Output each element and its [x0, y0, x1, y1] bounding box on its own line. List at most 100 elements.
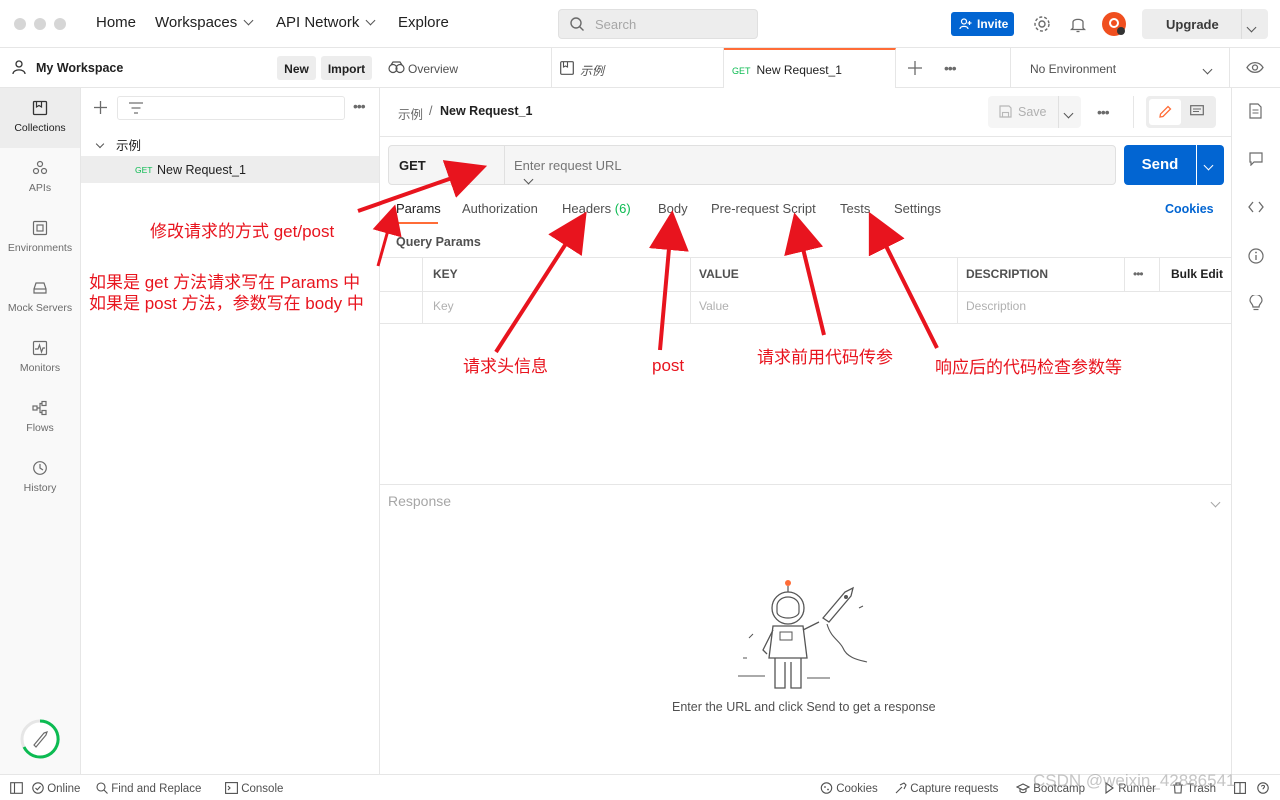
- code-icon[interactable]: [1248, 201, 1264, 213]
- table-col-divider: [690, 258, 691, 324]
- save-icon: [999, 105, 1012, 118]
- bulk-edit-button[interactable]: Bulk Edit: [1171, 267, 1223, 281]
- url-input[interactable]: [505, 146, 1115, 184]
- lightbulb-icon[interactable]: [1249, 295, 1263, 312]
- rail-item-monitors[interactable]: Monitors: [0, 328, 80, 388]
- tab-headers[interactable]: Headers (6): [562, 201, 631, 216]
- nav-home[interactable]: Home: [96, 14, 136, 31]
- capture-requests-button[interactable]: Capture requests: [895, 782, 998, 795]
- annotation-body: post: [652, 356, 685, 375]
- table-more-icon[interactable]: •••: [1133, 267, 1144, 281]
- search-placeholder: Search: [595, 17, 637, 32]
- window-zoom-button[interactable]: [54, 18, 66, 30]
- console-label: Console: [241, 783, 284, 795]
- nav-api-network[interactable]: API Network: [276, 14, 376, 31]
- comment-icon[interactable]: [1190, 105, 1204, 118]
- column-header-key: KEY: [433, 267, 458, 281]
- tab-params[interactable]: Params: [396, 201, 441, 216]
- workspace-name[interactable]: My Workspace: [36, 61, 123, 75]
- nav-workspaces-label: Workspaces: [155, 14, 238, 31]
- tab-overview[interactable]: Overview: [380, 48, 552, 88]
- response-title[interactable]: Response: [388, 493, 451, 509]
- value-input[interactable]: Value: [699, 299, 729, 313]
- help-icon[interactable]: [1257, 782, 1269, 794]
- cookies-status-button[interactable]: Cookies: [820, 782, 878, 795]
- nav-explore[interactable]: Explore: [398, 14, 449, 31]
- tab-more-icon[interactable]: •••: [944, 60, 957, 76]
- environment-select[interactable]: No Environment: [1011, 48, 1229, 88]
- tab-collection[interactable]: 示例: [552, 48, 724, 88]
- send-button[interactable]: Send: [1124, 145, 1196, 185]
- breadcrumb-parent[interactable]: 示例: [398, 104, 423, 123]
- table-col-divider: [957, 258, 958, 324]
- capture-label: Capture requests: [910, 783, 999, 795]
- active-tab-indicator: [396, 222, 438, 224]
- import-button[interactable]: Import: [321, 56, 372, 80]
- mock-servers-icon: [33, 282, 47, 294]
- more-options-icon[interactable]: •••: [353, 98, 366, 114]
- method-select[interactable]: GET: [389, 146, 534, 185]
- tab-body[interactable]: Body: [658, 201, 688, 216]
- request-name: New Request_1: [157, 163, 246, 177]
- nav-workspaces[interactable]: Workspaces: [155, 14, 254, 31]
- rail-item-flows[interactable]: Flows: [0, 388, 80, 448]
- request-item[interactable]: GET New Request_1: [81, 156, 379, 183]
- chevron-down-icon[interactable]: [1210, 497, 1221, 508]
- search-icon: [570, 17, 584, 31]
- layout-icon[interactable]: [1234, 782, 1246, 794]
- tab-settings[interactable]: Settings: [894, 201, 941, 216]
- rail-item-history[interactable]: History: [0, 448, 80, 508]
- tab-active-request[interactable]: GET New Request_1: [724, 48, 896, 88]
- eye-icon[interactable]: [1246, 61, 1264, 74]
- window-close-button[interactable]: [14, 18, 26, 30]
- new-button[interactable]: New: [277, 56, 316, 80]
- request-more-icon[interactable]: •••: [1097, 104, 1110, 120]
- notifications-bell-icon[interactable]: [1070, 15, 1086, 33]
- upgrade-button[interactable]: Upgrade: [1142, 9, 1268, 39]
- info-icon[interactable]: [1248, 248, 1264, 264]
- window-minimize-button[interactable]: [34, 18, 46, 30]
- rail-item-apis[interactable]: APIs: [0, 148, 80, 208]
- request-method-badge: GET: [135, 165, 153, 175]
- documentation-icon[interactable]: [1249, 103, 1262, 119]
- progress-rocket-icon[interactable]: [19, 718, 61, 760]
- rail-label: Flows: [26, 422, 54, 434]
- toggle-sidebar-icon[interactable]: [10, 782, 23, 794]
- console-button[interactable]: Console: [225, 782, 283, 795]
- table-col-divider: [1124, 258, 1125, 291]
- key-input[interactable]: Key: [433, 299, 454, 313]
- edit-mode-button[interactable]: [1149, 99, 1181, 125]
- chevron-down-icon[interactable]: [1246, 22, 1257, 33]
- add-user-icon: [959, 18, 972, 30]
- search-input[interactable]: Search: [558, 9, 758, 39]
- send-dropdown-button[interactable]: [1197, 145, 1224, 185]
- user-icon: [12, 60, 26, 75]
- avatar[interactable]: [1101, 11, 1127, 37]
- find-replace-button[interactable]: Find and Replace: [96, 782, 201, 795]
- rail-item-mock-servers[interactable]: Mock Servers: [0, 268, 80, 328]
- rail-item-collections[interactable]: Collections: [0, 88, 80, 148]
- response-separator: [380, 484, 1231, 485]
- collection-item[interactable]: 示例: [81, 129, 379, 155]
- settings-gear-icon[interactable]: [1033, 15, 1051, 33]
- breadcrumb-separator: /: [429, 104, 433, 118]
- cookies-link[interactable]: Cookies: [1165, 202, 1214, 216]
- online-status[interactable]: Online: [32, 782, 80, 795]
- breadcrumb-current[interactable]: New Request_1: [440, 104, 532, 118]
- tab-overview-label: Overview: [408, 62, 459, 76]
- comments-icon[interactable]: [1249, 152, 1263, 166]
- add-tab-icon[interactable]: [908, 61, 922, 75]
- tab-tests[interactable]: Tests: [840, 201, 870, 216]
- annotation-method: 修改请求的方式 get/post: [150, 222, 335, 241]
- filter-input[interactable]: [117, 96, 345, 120]
- tab-authorization[interactable]: Authorization: [462, 201, 538, 216]
- invite-button[interactable]: Invite: [951, 12, 1014, 36]
- save-button[interactable]: Save: [988, 96, 1081, 128]
- upgrade-label: Upgrade: [1166, 17, 1219, 32]
- description-input[interactable]: Description: [966, 299, 1026, 313]
- header-separator: [380, 136, 1231, 137]
- tab-pre-request-script[interactable]: Pre-request Script: [711, 201, 816, 216]
- rail-item-environments[interactable]: Environments: [0, 208, 80, 268]
- add-icon[interactable]: [94, 101, 107, 114]
- chevron-down-icon[interactable]: [1063, 108, 1074, 119]
